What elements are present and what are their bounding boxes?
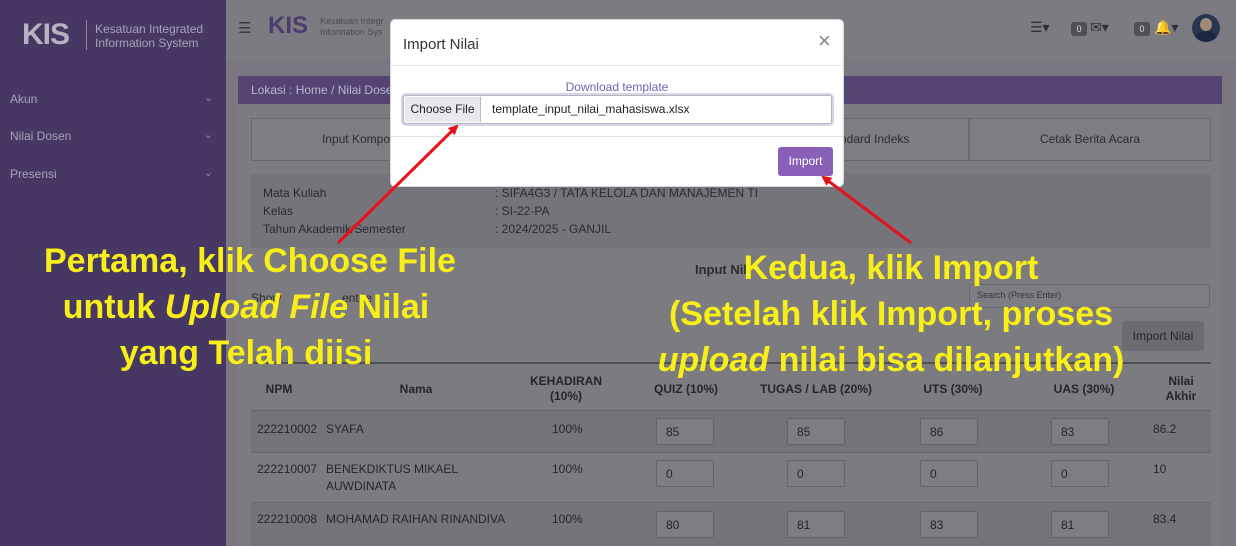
annotation-emphasis: Upload File <box>164 288 348 326</box>
annotation-step-1-line-1: Pertama, klik Choose File <box>44 242 456 280</box>
annotation-text: untuk <box>62 288 165 326</box>
annotation-emphasis: upload <box>657 341 770 379</box>
annotation-text: Nilai <box>347 288 430 326</box>
annotation-step-2-line-1: Kedua, klik Import <box>743 249 1039 287</box>
annotation-step-2: Kedua, klik Import (Setelah klik Import,… <box>652 245 1130 383</box>
annotation-step-2-line-3: upload nilai bisa dilanjutkan) <box>652 337 1130 383</box>
annotation-step-1: Pertama, klik Choose File untuk Upload F… <box>44 238 456 376</box>
arrow-to-choose-file <box>336 124 459 245</box>
annotation-step-2-line-2: (Setelah klik Import, proses <box>668 295 1114 333</box>
arrow-to-import <box>821 175 912 245</box>
annotation-step-1-line-3: yang Telah diisi <box>119 334 373 372</box>
annotation-text: nilai bisa dilanjutkan) <box>769 341 1125 379</box>
annotation-step-1-line-2: untuk Upload File Nilai <box>44 284 448 330</box>
